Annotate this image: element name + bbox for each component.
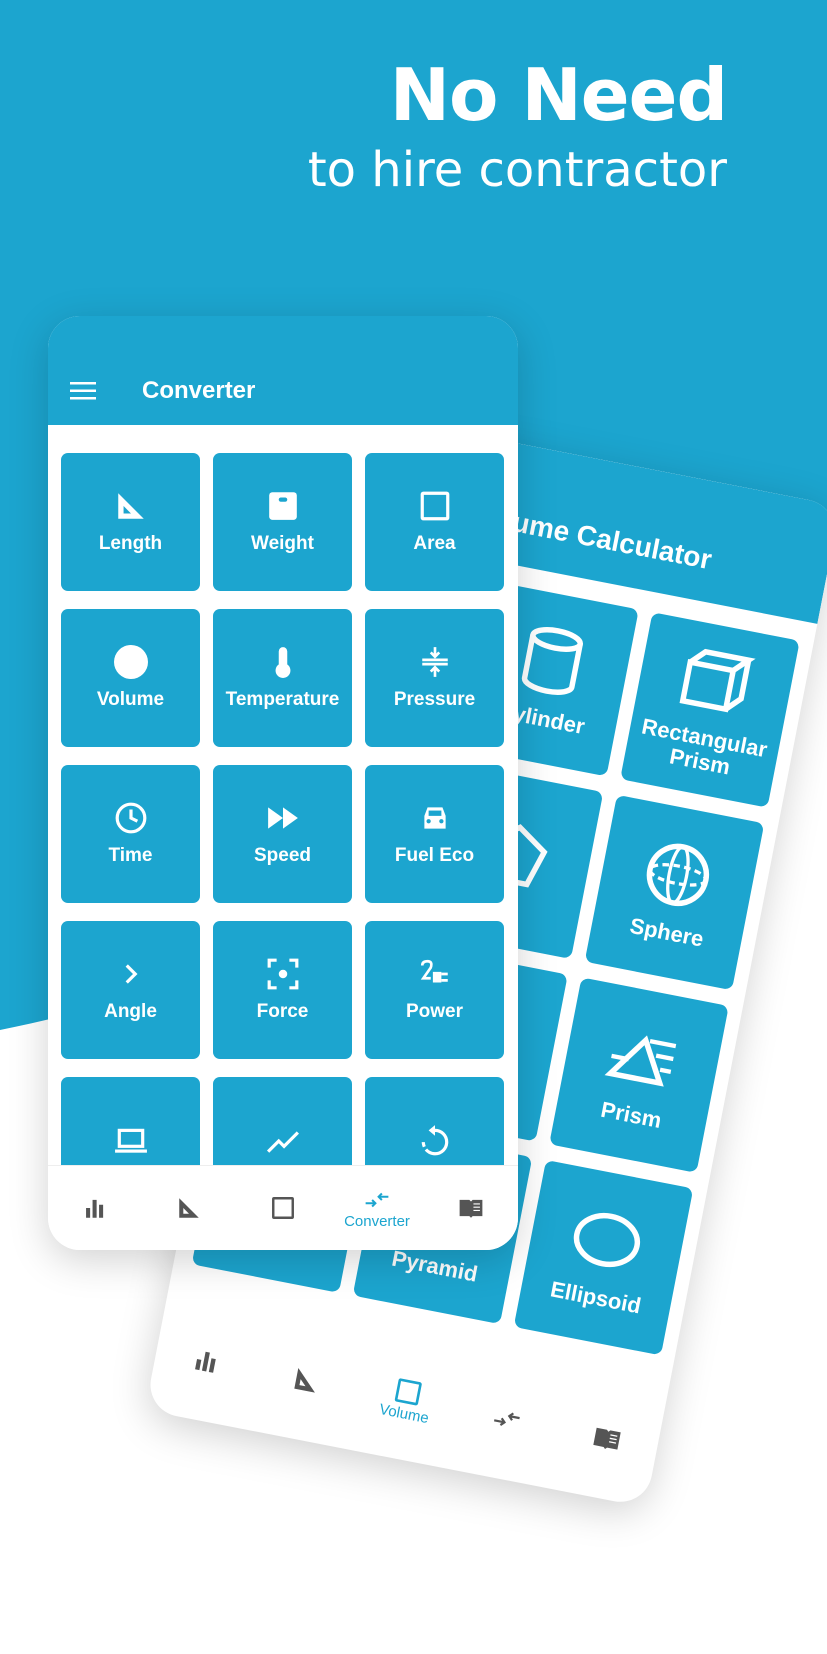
tile-label: Force: [256, 1001, 309, 1022]
tile-speed[interactable]: Speed: [213, 765, 352, 903]
app-title: Converter: [142, 376, 256, 404]
tile-label: Sphere: [627, 912, 706, 952]
tile-label: Temperature: [225, 689, 340, 710]
unit-grid: Length Weight Area Volume Temperature Pressur…: [61, 453, 504, 1215]
nav-item-converter-arrows[interactable]: Converter: [337, 1187, 417, 1230]
headline-title: No Need: [389, 53, 728, 137]
tile-power[interactable]: Power: [365, 921, 504, 1059]
tile-sphere[interactable]: Sphere: [584, 794, 765, 991]
converter-arrows-icon: [365, 1192, 389, 1207]
tile-label: Ellipsoid: [548, 1276, 644, 1319]
nav-item-book[interactable]: [431, 1195, 511, 1221]
sphere-icon: [646, 843, 710, 907]
tile-time[interactable]: Time: [61, 765, 200, 903]
tile-pressure[interactable]: Pressure: [365, 609, 504, 747]
tile-label: Pressure: [393, 689, 476, 710]
nav-item-square[interactable]: [243, 1195, 323, 1221]
box-icon: [679, 648, 756, 713]
tile-length[interactable]: Length: [61, 453, 200, 591]
bar-chart-icon: [195, 1351, 216, 1373]
square-icon: [272, 1197, 294, 1219]
book-icon: [459, 1199, 483, 1218]
headline: No Need to hire contractor: [307, 50, 728, 200]
tile-label: Area: [413, 533, 456, 554]
tile-area[interactable]: Area: [365, 453, 504, 591]
nav-label: Converter: [344, 1212, 410, 1230]
tile-label: Weight: [251, 533, 314, 554]
car-icon: [423, 807, 446, 829]
tile-angle[interactable]: Angle: [61, 921, 200, 1059]
headline-subtitle: to hire contractor: [307, 142, 727, 198]
tile-label: Fuel Eco: [394, 845, 475, 866]
nav-item-bar-chart[interactable]: [55, 1195, 135, 1221]
tile-fuel-eco[interactable]: Fuel Eco: [365, 765, 504, 903]
tile-weight[interactable]: Weight: [213, 453, 352, 591]
fast-forward-icon: [267, 807, 298, 829]
nav-item-set-square[interactable]: [149, 1195, 229, 1221]
clock-icon: [115, 802, 146, 834]
square-icon: [420, 491, 449, 521]
prism-icon: [604, 1035, 677, 1087]
nav-item-bar-chart[interactable]: [165, 1339, 249, 1382]
rotate-icon: [421, 1125, 448, 1156]
book-icon: [593, 1427, 621, 1450]
bottom-nav: Converter: [48, 1165, 518, 1250]
circle-icon: [113, 645, 148, 679]
nav-item-converter-arrows[interactable]: [465, 1398, 549, 1441]
set-square-icon: [117, 493, 144, 519]
tile-ellipsoid[interactable]: Ellipsoid: [513, 1159, 694, 1356]
scale-icon: [268, 492, 297, 520]
tile-force[interactable]: Force: [213, 921, 352, 1059]
tile-volume[interactable]: Volume: [61, 609, 200, 747]
tile-label: Length: [98, 533, 163, 554]
focus-icon: [267, 958, 298, 990]
nav-label: Volume: [377, 1400, 431, 1427]
set-square-icon: [179, 1198, 199, 1218]
cylinder-icon: [521, 627, 583, 695]
tile-label: Rectangular Prism: [639, 713, 770, 780]
thermometer-icon: [275, 647, 290, 678]
converter-arrows-icon: [493, 1412, 520, 1426]
tile-label: Time: [108, 845, 153, 866]
tile-label: Power: [405, 1001, 464, 1022]
hamburger-icon[interactable]: [70, 381, 96, 401]
tile-label: Prism: [598, 1096, 664, 1133]
plug-icon: [420, 959, 448, 983]
tile-label: Pyramid: [389, 1245, 480, 1287]
compress-icon: [421, 647, 448, 677]
nav-item-set-square[interactable]: [265, 1359, 349, 1402]
ellipse-icon: [573, 1212, 641, 1268]
tile-label: Angle: [104, 1001, 157, 1022]
converter-phone: Converter Length Weight Area Volume Temperat…: [48, 316, 518, 1250]
nav-item-square[interactable]: Volume: [363, 1370, 450, 1429]
tile-rectangular-prism[interactable]: Rectangular Prism: [620, 612, 800, 808]
bar-chart-icon: [86, 1199, 104, 1218]
trending-icon: [266, 1131, 299, 1153]
nav-item-book[interactable]: [565, 1417, 649, 1460]
tile-prism[interactable]: Prism: [549, 977, 729, 1173]
laptop-icon: [114, 1128, 147, 1153]
tile-label: Speed: [253, 845, 312, 866]
app-bar: Converter: [48, 316, 518, 425]
set-square-icon: [294, 1367, 315, 1393]
chevron-right-icon: [125, 964, 138, 984]
tile-temperature[interactable]: Temperature: [213, 609, 352, 747]
tile-label: Volume: [96, 689, 165, 710]
